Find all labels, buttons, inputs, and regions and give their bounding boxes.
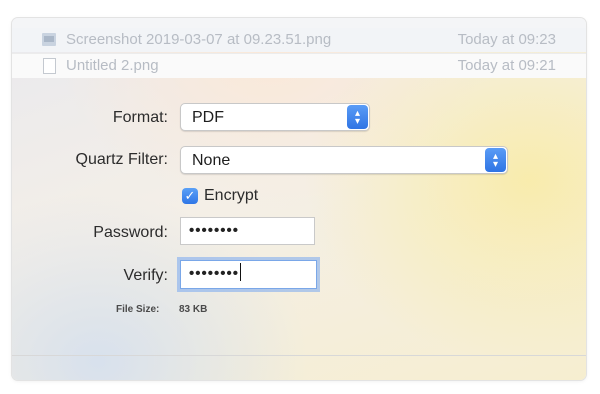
file-list: Screenshot 2019-03-07 at 09.23.51.png To… [12,18,586,80]
file-size-label: File Size: [116,304,160,315]
format-value: PDF [192,109,224,126]
quartz-filter-value: None [192,152,231,169]
file-size-value: 83 KB [179,304,208,315]
file-name: Untitled 2.png [66,57,159,74]
encrypt-checkbox[interactable]: ✓ [182,188,198,204]
text-cursor [240,263,242,281]
quartz-filter-popup[interactable]: None ▴ ▾ [180,146,508,174]
document-file-icon [43,58,56,74]
encrypt-label[interactable]: Encrypt [204,186,258,206]
image-file-icon [42,33,56,46]
quartz-filter-label: Quartz Filter: [75,151,168,168]
verify-label: Verify: [123,267,168,284]
verify-field[interactable]: •••••••• [180,260,317,289]
format-popup[interactable]: PDF ▴ ▾ [180,103,370,131]
file-row[interactable]: Screenshot 2019-03-07 at 09.23.51.png To… [12,28,586,52]
divider [12,355,586,356]
file-date: Today at 09:21 [457,57,556,74]
file-row[interactable]: Untitled 2.png Today at 09:21 [12,53,586,78]
password-field[interactable]: •••••••• [180,217,315,245]
file-name: Screenshot 2019-03-07 at 09.23.51.png [66,31,332,48]
password-label: Password: [93,224,168,241]
file-date: Today at 09:23 [457,31,556,48]
popup-stepper-icon: ▴ ▾ [347,105,368,129]
password-value: •••••••• [189,222,240,239]
checkmark-icon: ✓ [184,188,196,203]
export-dialog: Screenshot 2019-03-07 at 09.23.51.png To… [12,18,586,380]
popup-stepper-icon: ▴ ▾ [485,148,506,172]
verify-value: •••••••• [189,265,240,282]
format-label: Format: [112,109,168,126]
